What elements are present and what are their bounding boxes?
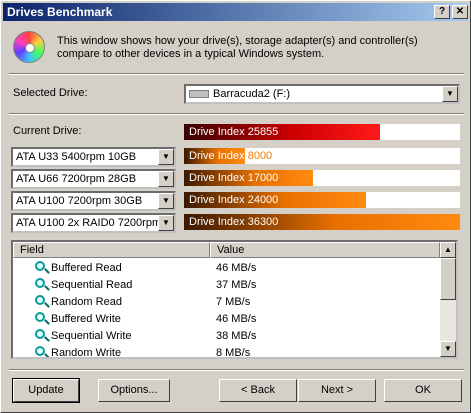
table-row[interactable]: Buffered Write 46 MB/s [13,311,440,328]
ok-button[interactable]: OK [384,379,462,402]
back-button[interactable]: < Back [219,379,297,402]
current-drive-bar: Drive Index 25855 [184,124,460,140]
table-row[interactable]: Sequential Write 38 MB/s [13,328,440,345]
chevron-down-icon[interactable]: ▼ [442,86,458,102]
table-row[interactable]: Sequential Read 37 MB/s [13,277,440,294]
comparison-bar: Drive Index 24000 [184,192,460,208]
magnifier-icon [35,346,45,356]
scroll-thumb[interactable] [440,258,456,300]
current-drive-label: Current Drive: [13,125,82,137]
table-row[interactable]: Random Write 8 MB/s [13,345,440,359]
magnifier-icon [35,312,45,322]
selected-drive-label: Selected Drive: [13,87,88,99]
chevron-down-icon[interactable]: ▼ [158,215,174,231]
field-cell: Random Write [51,347,122,359]
value-cell: 46 MB/s [216,262,257,274]
close-button[interactable]: ✕ [452,5,468,19]
magnifier-icon [35,295,45,305]
selected-drive-select[interactable]: Barracuda2 (F:) ▼ [184,84,460,104]
comparison-bar-text: Drive Index 36300 [189,216,279,228]
options-button[interactable]: Options... [98,379,170,402]
selected-drive-value: Barracuda2 (F:) [213,88,291,100]
help-button[interactable]: ? [434,5,450,19]
column-header-value[interactable]: Value [210,242,440,258]
current-drive-bar-text: Drive Index 25855 [189,126,279,138]
table-row[interactable]: Random Read 7 MB/s [13,294,440,311]
value-cell: 38 MB/s [216,330,257,342]
magnifier-icon [35,261,45,271]
chevron-down-icon[interactable]: ▼ [158,171,174,187]
chevron-down-icon[interactable]: ▼ [158,193,174,209]
next-button[interactable]: Next > [298,379,376,402]
divider [9,73,464,75]
comparison-device-select[interactable]: ATA U33 5400rpm 10GB ▼ [11,147,176,167]
comparison-device-select[interactable]: ATA U100 7200rpm 30GB ▼ [11,191,176,211]
field-cell: Buffered Read [51,262,122,274]
window-title: Drives Benchmark [7,5,113,19]
table-header: Field Value [13,242,440,258]
value-cell: 46 MB/s [216,313,257,325]
comparison-bar: Drive Index 17000 [184,170,460,186]
value-cell: 7 MB/s [216,296,251,308]
comparison-bar-text: Drive Index 24000 [189,194,279,206]
table-row[interactable]: Buffered Read 46 MB/s [13,260,440,277]
results-table[interactable]: Field Value Buffered Read 46 MB/s Sequen… [11,240,458,359]
divider [9,113,464,115]
comparison-bar: Drive Index 8000 [184,148,460,164]
comparison-device-value: ATA U66 7200rpm 28GB [16,173,137,185]
field-cell: Buffered Write [51,313,121,325]
update-button[interactable]: Update [12,378,80,403]
comparison-bar-text: Drive Index 17000 [189,172,279,184]
magnifier-icon [35,329,45,339]
drives-benchmark-window: Drives Benchmark ? ✕ This window shows h… [0,0,471,413]
comparison-bar-text: Drive Index 8000 [189,150,273,162]
intro-description: This window shows how your drive(s), sto… [57,35,418,60]
scroll-down-icon[interactable]: ▼ [440,341,456,357]
comparison-device-value: ATA U100 7200rpm 30GB [16,195,143,207]
chevron-down-icon[interactable]: ▼ [158,149,174,165]
hard-drive-icon [189,90,209,99]
scroll-up-icon[interactable]: ▲ [440,242,456,258]
value-cell: 8 MB/s [216,347,251,359]
title-bar[interactable]: Drives Benchmark ? ✕ [3,3,468,21]
field-cell: Sequential Read [51,279,133,291]
value-cell: 37 MB/s [216,279,257,291]
column-header-field[interactable]: Field [13,242,210,258]
comparison-device-select[interactable]: ATA U100 2x RAID0 7200rpm ▼ [11,213,176,233]
comparison-device-value: ATA U100 2x RAID0 7200rpm [16,217,162,229]
comparison-device-select[interactable]: ATA U66 7200rpm 28GB ▼ [11,169,176,189]
comparison-bar: Drive Index 36300 [184,214,460,230]
magnifier-icon [35,278,45,288]
comparison-device-value: ATA U33 5400rpm 10GB [16,151,137,163]
vertical-scrollbar[interactable]: ▲ ▼ [440,242,456,357]
field-cell: Random Read [51,296,122,308]
field-cell: Sequential Write [51,330,132,342]
divider [9,369,464,371]
cd-disc-icon [13,31,45,63]
